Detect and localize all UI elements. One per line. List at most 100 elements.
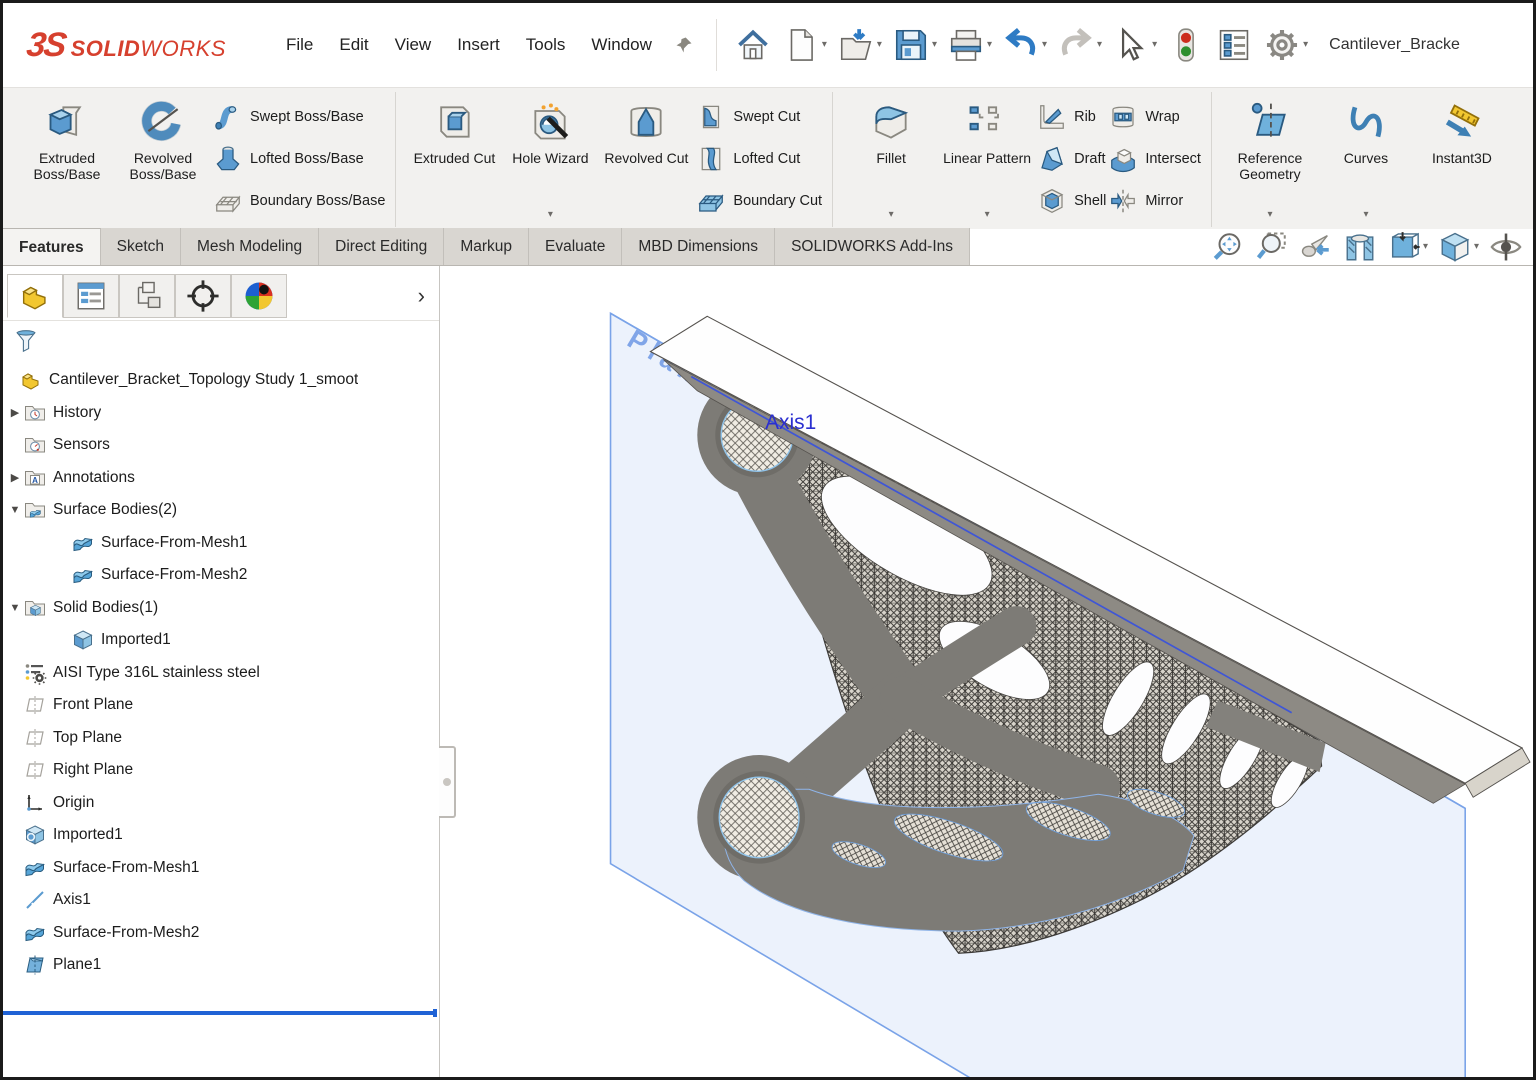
redo-dropdown[interactable]: ▾ — [1097, 40, 1102, 50]
reference-geometry-flyout[interactable]: ▾ — [1267, 209, 1272, 221]
rollback-bar[interactable] — [3, 1011, 437, 1015]
wrap-button[interactable]: Wrap — [1108, 100, 1201, 134]
tree-item-surface-bodies-2-[interactable]: ▼Surface Bodies(2) — [3, 494, 439, 527]
print-button[interactable]: ▾ — [944, 23, 995, 67]
tree-root-item[interactable]: Cantilever_Bracket_Topology Study 1_smoo… — [3, 364, 439, 397]
tree-item-origin[interactable]: Origin — [3, 787, 439, 820]
tab-solidworks-add-ins[interactable]: SOLIDWORKS Add-Ins — [775, 228, 970, 265]
tree-expander[interactable]: ▶ — [7, 471, 23, 484]
new-document-dropdown[interactable]: ▾ — [822, 40, 827, 50]
tree-item-solid-bodies-1-[interactable]: ▼Solid Bodies(1) — [3, 592, 439, 625]
new-document-button[interactable]: ▾ — [779, 23, 830, 67]
extruded-boss-base-button[interactable]: Extruded Boss/Base — [19, 94, 115, 222]
section-view-button[interactable] — [1343, 230, 1377, 264]
linear-pattern-button[interactable]: Linear Pattern▾ — [939, 94, 1035, 222]
lofted-cut-button[interactable]: Lofted Cut — [696, 142, 822, 176]
tree-item-surface-from-mesh1[interactable]: Surface-From-Mesh1 — [3, 527, 439, 560]
previous-view-button[interactable] — [1299, 230, 1333, 264]
boundary-boss-base-button[interactable]: Boundary Boss/Base — [213, 184, 385, 218]
shell-button[interactable]: Shell — [1037, 184, 1106, 218]
fillet-flyout[interactable]: ▾ — [889, 209, 894, 221]
view-orientation-button[interactable]: ▾ — [1387, 230, 1428, 264]
print-dropdown[interactable]: ▾ — [987, 40, 992, 50]
tree-item-annotations[interactable]: ▶Annotations — [3, 462, 439, 495]
menu-tools[interactable]: Tools — [526, 35, 566, 55]
paneltab-property-manager[interactable] — [63, 274, 119, 318]
tab-mesh-modeling[interactable]: Mesh Modeling — [181, 228, 319, 265]
rib-button[interactable]: Rib — [1037, 100, 1106, 134]
open-button[interactable]: ▾ — [834, 23, 885, 67]
save-button[interactable]: ▾ — [889, 23, 940, 67]
swept-boss-base-button[interactable]: Swept Boss/Base — [213, 100, 385, 134]
fillet-button[interactable]: Fillet▾ — [843, 94, 939, 222]
tab-features[interactable]: Features — [3, 228, 101, 265]
view-orientation-dropdown[interactable]: ▾ — [1423, 242, 1428, 252]
paneltab-display-manager[interactable] — [231, 274, 287, 318]
linear-pattern-flyout[interactable]: ▾ — [985, 209, 990, 221]
boundary-cut-button[interactable]: Boundary Cut — [696, 184, 822, 218]
open-dropdown[interactable]: ▾ — [877, 40, 882, 50]
display-style-dropdown[interactable]: ▾ — [1474, 242, 1479, 252]
tree-item-imported1[interactable]: Imported1 — [3, 819, 439, 852]
hide-show-items-button[interactable] — [1489, 230, 1523, 264]
tree-item-surface-from-mesh2[interactable]: Surface-From-Mesh2 — [3, 559, 439, 592]
paneltab-featuremanager-tree[interactable] — [7, 274, 63, 318]
panel-expand-chevron[interactable]: › — [418, 283, 425, 309]
draft-button[interactable]: Draft — [1037, 142, 1106, 176]
pin-icon[interactable] — [674, 35, 694, 55]
options-dropdown[interactable]: ▾ — [1303, 40, 1308, 50]
tree-item-plane1[interactable]: Plane1 — [3, 949, 439, 982]
tab-direct-editing[interactable]: Direct Editing — [319, 228, 444, 265]
save-dropdown[interactable]: ▾ — [932, 40, 937, 50]
tree-item-imported1[interactable]: Imported1 — [3, 624, 439, 657]
tab-markup[interactable]: Markup — [444, 228, 529, 265]
tree-item-top-plane[interactable]: Top Plane — [3, 722, 439, 755]
intersect-button[interactable]: Intersect — [1108, 142, 1201, 176]
rebuild-traffic-light-button[interactable] — [1164, 23, 1208, 67]
curves-button[interactable]: Curves▾ — [1318, 94, 1414, 222]
paneltab-configuration-manager[interactable] — [119, 274, 175, 318]
mirror-button[interactable]: Mirror — [1108, 184, 1201, 218]
tab-mbd-dimensions[interactable]: MBD Dimensions — [622, 228, 775, 265]
menu-window[interactable]: Window — [591, 35, 651, 55]
revolved-boss-base-button[interactable]: Revolved Boss/Base — [115, 94, 211, 222]
graphics-viewport[interactable]: Plane1 — [440, 266, 1533, 1077]
curves-flyout[interactable]: ▾ — [1363, 209, 1368, 221]
hole-wizard-flyout[interactable]: ▾ — [548, 209, 553, 221]
tab-sketch[interactable]: Sketch — [101, 228, 181, 265]
tree-item-right-plane[interactable]: Right Plane — [3, 754, 439, 787]
select-button[interactable]: ▾ — [1109, 23, 1160, 67]
tab-evaluate[interactable]: Evaluate — [529, 228, 622, 265]
undo-button[interactable]: ▾ — [999, 23, 1050, 67]
tree-item-front-plane[interactable]: Front Plane — [3, 689, 439, 722]
tree-expander[interactable]: ▶ — [7, 406, 23, 419]
tree-item-surface-from-mesh2[interactable]: Surface-From-Mesh2 — [3, 917, 439, 950]
zoom-to-fit-button[interactable] — [1211, 230, 1245, 264]
instant3d-button[interactable]: Instant3D — [1414, 94, 1510, 222]
tree-item-axis1[interactable]: Axis1 — [3, 884, 439, 917]
revolved-cut-button[interactable]: Revolved Cut — [598, 94, 694, 222]
options-button[interactable]: ▾ — [1260, 23, 1311, 67]
tree-expander[interactable]: ▼ — [7, 504, 23, 516]
paneltab-dimxpert-manager[interactable] — [175, 274, 231, 318]
tree-item-aisi-type-316l-stainless-steel[interactable]: AISI Type 316L stainless steel — [3, 657, 439, 690]
menu-edit[interactable]: Edit — [339, 35, 368, 55]
hole-wizard-button[interactable]: Hole Wizard▾ — [502, 94, 598, 222]
extruded-cut-button[interactable]: Extruded Cut — [406, 94, 502, 222]
lofted-boss-base-button[interactable]: Lofted Boss/Base — [213, 142, 385, 176]
tree-expander[interactable]: ▼ — [7, 602, 23, 614]
tree-item-history[interactable]: ▶History — [3, 397, 439, 430]
tree-item-sensors[interactable]: Sensors — [3, 429, 439, 462]
menu-view[interactable]: View — [395, 35, 432, 55]
panel-splitter-handle[interactable] — [439, 746, 456, 818]
zoom-to-area-button[interactable] — [1255, 230, 1289, 264]
menu-insert[interactable]: Insert — [457, 35, 500, 55]
tree-item-surface-from-mesh1[interactable]: Surface-From-Mesh1 — [3, 852, 439, 885]
reference-geometry-button[interactable]: Reference Geometry▾ — [1222, 94, 1318, 222]
swept-cut-button[interactable]: Swept Cut — [696, 100, 822, 134]
menu-file[interactable]: File — [286, 35, 313, 55]
filter-funnel-icon[interactable] — [13, 328, 39, 354]
select-dropdown[interactable]: ▾ — [1152, 40, 1157, 50]
redo-button[interactable]: ▾ — [1054, 23, 1105, 67]
home-button[interactable] — [731, 23, 775, 67]
